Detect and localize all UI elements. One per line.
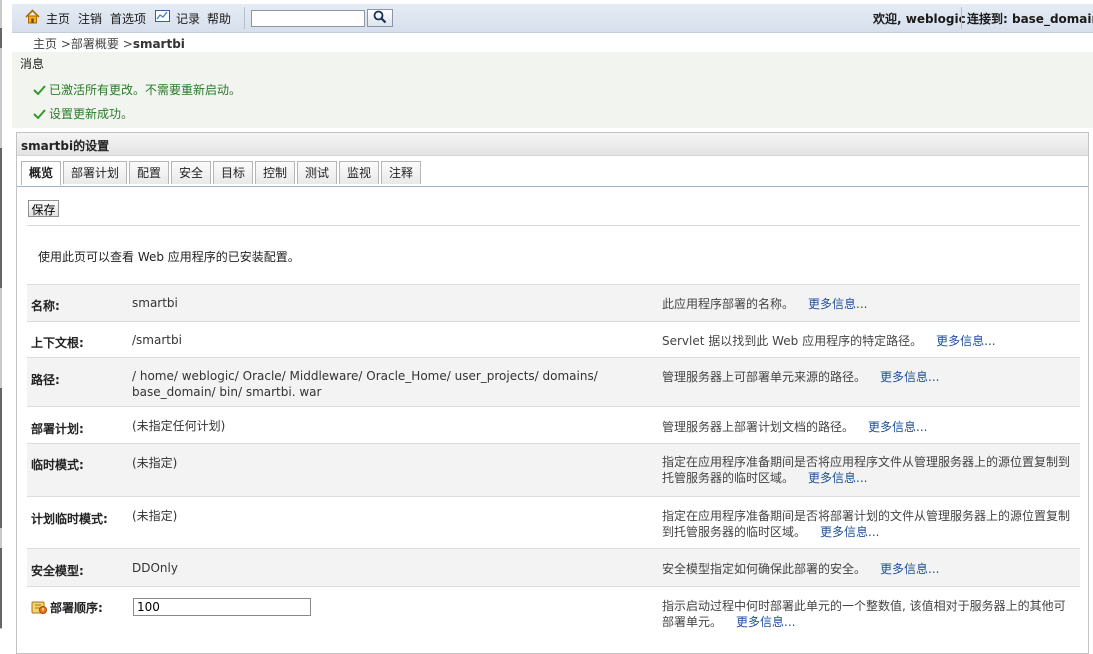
setting-value: smartbi <box>132 296 178 310</box>
left-edge <box>0 0 2 629</box>
welcome-text: 欢迎, weblogic <box>873 12 966 26</box>
setting-help: 指定在应用程序准备期间是否将部署计划的文件从管理服务器上的源位置复制到托管服务器… <box>662 508 1074 540</box>
message-text: 设置更新成功。 <box>49 107 134 121</box>
left-edge-mark <box>0 548 2 628</box>
breadcrumb-current: smartbi <box>132 37 185 51</box>
setting-value: DDOnly <box>132 561 178 575</box>
setting-value: /smartbi <box>132 333 182 347</box>
setting-label: 安全模型: <box>31 564 84 578</box>
help-text: 指示启动过程中何时部署此单元的一个整数值, 该值相对于服务器上的其他可部署单元。 <box>662 599 1066 629</box>
setting-row-staging-mode: 临时模式: (未指定) 指定在应用程序准备期间是否将应用程序文件从管理服务器上的… <box>27 443 1080 497</box>
setting-value: (未指定) <box>132 509 178 523</box>
tab-targets[interactable]: 目标 <box>213 161 253 184</box>
setting-label: 部署顺序: <box>50 601 103 615</box>
tab-control[interactable]: 控制 <box>255 161 295 184</box>
tab-monitoring[interactable]: 监视 <box>339 161 379 184</box>
message-item: 设置更新成功。 <box>33 105 133 122</box>
setting-row-path: 路径: / home/ weblogic/ Oracle/ Middleware… <box>27 357 1080 407</box>
setting-row-security-model: 安全模型: DDOnly 安全模型指定如何确保此部署的安全。 更多信息... <box>27 548 1080 587</box>
divider <box>27 225 1080 226</box>
preferences-link[interactable]: 首选项 <box>110 10 146 27</box>
check-icon <box>33 85 46 95</box>
tab-deployment-plan[interactable]: 部署计划 <box>63 161 127 184</box>
top-toolbar: 主页 注销 首选项 记录 帮助 欢迎, weblogic 连接到: base_d… <box>12 4 1093 33</box>
setting-label: 路径: <box>31 373 60 387</box>
setting-label: 名称: <box>31 299 60 313</box>
more-info-link[interactable]: 更多信息... <box>808 471 867 485</box>
logout-link[interactable]: 注销 <box>78 10 102 27</box>
setting-help: 管理服务器上部署计划文档的路径。 更多信息... <box>662 419 1074 435</box>
toolbar-divider <box>244 7 245 29</box>
tab-testing[interactable]: 测试 <box>297 161 337 184</box>
help-text: 管理服务器上部署计划文档的路径。 <box>662 420 855 434</box>
setting-row-context-root: 上下文根: /smartbi Servlet 据以找到此 Web 应用程序的特定… <box>27 321 1080 358</box>
panel-header: smartbi的设置 <box>17 133 1088 156</box>
help-text: 安全模型指定如何确保此部署的安全。 <box>662 562 867 576</box>
more-info-link[interactable]: 更多信息... <box>880 562 939 576</box>
more-info-link[interactable]: 更多信息... <box>808 297 867 311</box>
setting-value: / home/ weblogic/ Oracle/ Middleware/ Or… <box>132 369 598 399</box>
search-icon <box>373 10 387 24</box>
breadcrumb-separator: > <box>122 37 133 51</box>
setting-row-deployment-plan: 部署计划: (未指定任何计划) 管理服务器上部署计划文档的路径。 更多信息... <box>27 406 1080 444</box>
settings-panel: smartbi的设置 概览 部署计划 配置 安全 目标 控制 测试 监视 注释 … <box>16 132 1089 654</box>
panel-title: smartbi的设置 <box>21 139 110 153</box>
help-text: 管理服务器上可部署单元来源的路径。 <box>662 370 867 384</box>
more-info-link[interactable]: 更多信息... <box>936 334 995 348</box>
more-info-link[interactable]: 更多信息... <box>736 615 795 629</box>
left-edge-mark <box>0 148 2 288</box>
tab-security[interactable]: 安全 <box>171 161 211 184</box>
setting-label: 部署计划: <box>31 422 84 436</box>
setting-value: (未指定) <box>132 456 178 470</box>
more-info-link[interactable]: 更多信息... <box>880 370 939 384</box>
help-text: Servlet 据以找到此 Web 应用程序的特定路径。 <box>662 334 923 348</box>
left-edge-mark <box>0 28 2 48</box>
help-link[interactable]: 帮助 <box>207 10 231 27</box>
restart-required-icon <box>31 601 47 614</box>
setting-help: 指示启动过程中何时部署此单元的一个整数值, 该值相对于服务器上的其他可部署单元。… <box>662 598 1074 630</box>
breadcrumb-separator: > <box>60 37 71 51</box>
setting-help: 指定在应用程序准备期间是否将应用程序文件从管理服务器上的源位置复制到托管服务器的… <box>662 454 1074 486</box>
setting-help: 管理服务器上可部署单元来源的路径。 更多信息... <box>662 369 1074 385</box>
search-button[interactable] <box>367 9 393 27</box>
message-item: 已激活所有更改。不需要重新启动。 <box>33 81 241 98</box>
breadcrumb: 主页 >部署概要 >smartbi <box>33 35 185 52</box>
setting-help: Servlet 据以找到此 Web 应用程序的特定路径。 更多信息... <box>662 333 1074 349</box>
save-button[interactable]: 保存 <box>28 200 59 217</box>
more-info-link[interactable]: 更多信息... <box>820 525 879 539</box>
tab-overview[interactable]: 概览 <box>21 161 61 185</box>
breadcrumb-deployments[interactable]: 部署概要 <box>71 37 119 51</box>
messages-area: 消息 已激活所有更改。不需要重新启动。 设置更新成功。 <box>12 52 1093 128</box>
setting-row-plan-staging-mode: 计划临时模式: (未指定) 指定在应用程序准备期间是否将部署计划的文件从管理服务… <box>27 496 1080 549</box>
connected-domain: 连接到: base_domain <box>967 12 1093 26</box>
home-link[interactable]: 主页 <box>46 10 70 27</box>
setting-help: 安全模型指定如何确保此部署的安全。 更多信息... <box>662 561 1074 577</box>
tab-underline <box>17 186 1088 187</box>
page-description: 使用此页可以查看 Web 应用程序的已安装配置。 <box>38 250 300 264</box>
tab-configuration[interactable]: 配置 <box>129 161 169 184</box>
left-edge-mark <box>0 388 2 528</box>
messages-title: 消息 <box>20 57 45 71</box>
check-icon <box>33 109 46 119</box>
setting-help: 此应用程序部署的名称。 更多信息... <box>662 296 1074 312</box>
record-link[interactable]: 记录 <box>176 10 200 27</box>
more-info-link[interactable]: 更多信息... <box>868 420 927 434</box>
home-icon[interactable] <box>25 9 40 24</box>
setting-label: 上下文根: <box>31 336 84 350</box>
setting-row-name: 名称: smartbi 此应用程序部署的名称。 更多信息... <box>27 284 1080 322</box>
deployment-order-input[interactable] <box>133 598 311 616</box>
setting-label: 临时模式: <box>31 458 84 472</box>
setting-value: (未指定任何计划) <box>132 419 226 433</box>
record-icon[interactable] <box>155 10 170 22</box>
search-input[interactable] <box>251 10 365 27</box>
toolbar-divider <box>961 7 962 29</box>
help-text: 此应用程序部署的名称。 <box>662 297 795 311</box>
setting-row-deployment-order: 部署顺序: 指示启动过程中何时部署此单元的一个整数值, 该值相对于服务器上的其他… <box>27 586 1080 647</box>
setting-label: 计划临时模式: <box>31 512 108 526</box>
breadcrumb-home[interactable]: 主页 <box>33 37 57 51</box>
message-text: 已激活所有更改。不需要重新启动。 <box>49 83 242 97</box>
tab-notes[interactable]: 注释 <box>381 161 421 184</box>
